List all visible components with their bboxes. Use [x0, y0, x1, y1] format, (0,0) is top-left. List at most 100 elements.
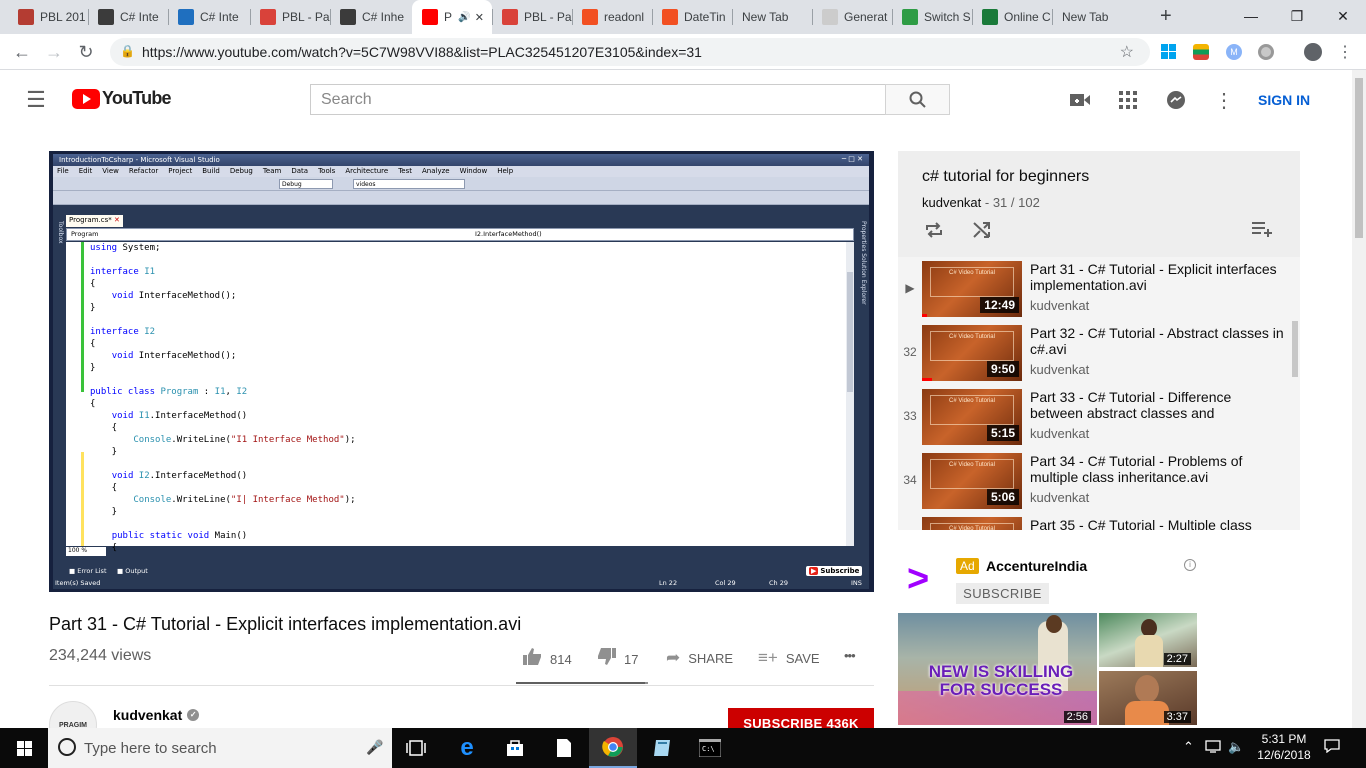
vs-status-message: Item(s) Saved: [55, 579, 101, 587]
browser-tab[interactable]: PBL 201: [8, 0, 88, 34]
new-tab-button[interactable]: +: [1160, 5, 1172, 28]
extension-icon[interactable]: [1193, 44, 1209, 60]
browser-tab[interactable]: readonl: [572, 0, 652, 34]
browser-tab[interactable]: New Tab: [732, 0, 812, 34]
channel-name[interactable]: kudvenkat ✓: [113, 707, 200, 723]
loop-icon[interactable]: [924, 221, 944, 244]
maximize-icon[interactable]: ❐: [1274, 0, 1320, 32]
hamburger-menu-icon[interactable]: ☰: [24, 87, 48, 112]
browser-tab[interactable]: New Tab: [1052, 0, 1132, 34]
thumbnail-brand-text: C# Video Tutorial: [930, 331, 1014, 361]
vs-menu-item: Window: [459, 167, 488, 175]
browser-tab[interactable]: Generat: [812, 0, 892, 34]
windows-extension-icon[interactable]: [1161, 44, 1176, 59]
save-playlist-icon[interactable]: [1252, 221, 1274, 242]
search-button[interactable]: [885, 84, 950, 115]
share-button[interactable]: ➦ SHARE: [666, 648, 733, 668]
chrome-taskbar-icon[interactable]: [589, 728, 637, 768]
browser-tab[interactable]: C# Inhe: [330, 0, 412, 34]
playlist-item-thumbnail[interactable]: C# Video Tutorial 12:49: [922, 261, 1022, 317]
browser-tab[interactable]: C# Inte: [168, 0, 250, 34]
page-scrollbar[interactable]: [1352, 70, 1366, 728]
system-clock[interactable]: 5:31 PM 12/6/2018: [1250, 731, 1318, 763]
app-icon[interactable]: [638, 728, 686, 768]
vs-saved-change-bar: [81, 242, 84, 392]
microphone-icon[interactable]: 🎤: [366, 739, 383, 756]
playlist-item-title[interactable]: Part 35 - C# Tutorial - Multiple class: [1030, 517, 1284, 530]
bookmark-star-icon[interactable]: ☆: [1120, 42, 1134, 62]
video-player[interactable]: IntroductionToCsharp - Microsoft Visual …: [49, 151, 874, 592]
playlist-item-title[interactable]: Part 33 - C# Tutorial - Difference betwe…: [1030, 389, 1284, 421]
ad-subscribe-button[interactable]: SUBSCRIBE: [956, 583, 1049, 604]
forward-icon[interactable]: →: [42, 40, 66, 64]
playlist-item-title[interactable]: Part 32 - C# Tutorial - Abstract classes…: [1030, 325, 1284, 357]
save-button[interactable]: ≡+ SAVE: [758, 648, 820, 668]
ad-advertiser-name[interactable]: AccentureIndia: [986, 558, 1087, 574]
playlist-item[interactable]: 33 C# Video Tutorial 5:15 Part 33 - C# Tuto…: [898, 385, 1292, 449]
profile-avatar-icon[interactable]: [1304, 43, 1322, 61]
apps-grid-icon[interactable]: [1116, 88, 1140, 112]
playlist-item[interactable]: 32 C# Video Tutorial 9:50 Part 32 - C# Tuto…: [898, 321, 1292, 385]
browser-tab[interactable]: C# Inte: [88, 0, 168, 34]
browser-tab[interactable]: P 🔊 ✕: [412, 0, 492, 34]
info-icon[interactable]: i: [1184, 559, 1196, 571]
playlist-title[interactable]: c# tutorial for beginners: [922, 168, 1089, 186]
pbl-icon: [260, 9, 276, 25]
playlist-item-thumbnail[interactable]: C# Video Tutorial 5:15: [922, 389, 1022, 445]
browser-tab[interactable]: PBL - Pa: [250, 0, 330, 34]
minimize-icon[interactable]: —: [1228, 0, 1274, 32]
store-icon[interactable]: [491, 728, 539, 768]
tray-chevron-icon[interactable]: ⌃: [1183, 739, 1194, 755]
messages-icon[interactable]: [1164, 88, 1188, 112]
close-tab-icon[interactable]: ✕: [475, 11, 484, 24]
playlist-item-thumbnail[interactable]: C# Video Tutorial 5:06: [922, 453, 1022, 509]
address-bar[interactable]: 🔒 https://www.youtube.com/watch?v=5C7W98…: [110, 38, 1150, 66]
playlist-item[interactable]: C# Video Tutorial Part 35 - C# Tutorial -…: [898, 513, 1292, 530]
playlist-item-title[interactable]: Part 31 - C# Tutorial - Explicit interfa…: [1030, 261, 1284, 293]
playlist-item-title[interactable]: Part 34 - C# Tutorial - Problems of mult…: [1030, 453, 1284, 485]
sign-in-button[interactable]: SIGN IN: [1258, 88, 1310, 112]
start-button[interactable]: [0, 728, 48, 768]
extension-circle-icon[interactable]: [1258, 44, 1274, 60]
settings-more-icon[interactable]: ⋮: [1212, 88, 1236, 112]
reload-icon[interactable]: ↻: [74, 40, 98, 64]
project-combo: videos: [353, 179, 465, 189]
browser-tab[interactable]: DateTin: [652, 0, 732, 34]
playlist-item[interactable]: 34 C# Video Tutorial 5:06 Part 34 - C# Tuto…: [898, 449, 1292, 513]
browser-tab[interactable]: Online C: [972, 0, 1052, 34]
vs-menu-item: Debug: [229, 167, 253, 175]
browser-tab[interactable]: Switch S: [892, 0, 972, 34]
edge-icon[interactable]: e: [443, 728, 491, 768]
back-icon[interactable]: ←: [10, 40, 34, 64]
playlist-item-thumbnail[interactable]: C# Video Tutorial 9:50: [922, 325, 1022, 381]
verified-check-icon: ✓: [187, 709, 200, 721]
close-window-icon[interactable]: ✕: [1320, 0, 1366, 32]
shuffle-icon[interactable]: [972, 221, 992, 244]
ad-video-thumbnail-2[interactable]: 2:27: [1099, 613, 1197, 667]
notifications-icon[interactable]: [1324, 739, 1340, 756]
like-button[interactable]: 814: [523, 648, 572, 670]
ad-video-thumbnail-3[interactable]: 3:37: [1099, 671, 1197, 725]
command-prompt-icon[interactable]: C:\: [686, 728, 734, 768]
audio-playing-icon[interactable]: 🔊: [458, 12, 470, 23]
playlist-item[interactable]: ▶ C# Video Tutorial 12:49 Part 31 - C# Tuto…: [898, 257, 1292, 321]
thumbnail-brand-text: C# Video Tutorial: [930, 523, 1014, 530]
more-actions-button[interactable]: •••: [844, 648, 856, 663]
extension-m-icon[interactable]: M: [1226, 44, 1242, 60]
youtube-logo[interactable]: YouTube: [72, 88, 172, 109]
create-video-icon[interactable]: [1068, 88, 1092, 112]
ad-video-thumbnail[interactable]: NEW IS SKILLING FOR SUCCESS 2:56: [898, 613, 1097, 725]
accenture-logo-icon[interactable]: >: [907, 560, 939, 598]
dislike-button[interactable]: 17: [597, 648, 638, 670]
playlist-item-thumbnail[interactable]: C# Video Tutorial: [922, 517, 1022, 530]
network-icon[interactable]: [1205, 739, 1221, 756]
playlist-owner[interactable]: kudvenkat: [922, 195, 981, 210]
playlist-scrollbar[interactable]: [1292, 321, 1298, 377]
taskbar-search-box[interactable]: Type here to search 🎤: [48, 728, 392, 768]
volume-icon[interactable]: 🔈: [1228, 739, 1244, 755]
search-input[interactable]: Search: [310, 84, 886, 115]
file-explorer-icon[interactable]: [540, 728, 588, 768]
task-view-icon[interactable]: [392, 728, 440, 768]
browser-tab[interactable]: PBL - Pa: [492, 0, 572, 34]
browser-menu-icon[interactable]: ⋮: [1333, 40, 1357, 64]
